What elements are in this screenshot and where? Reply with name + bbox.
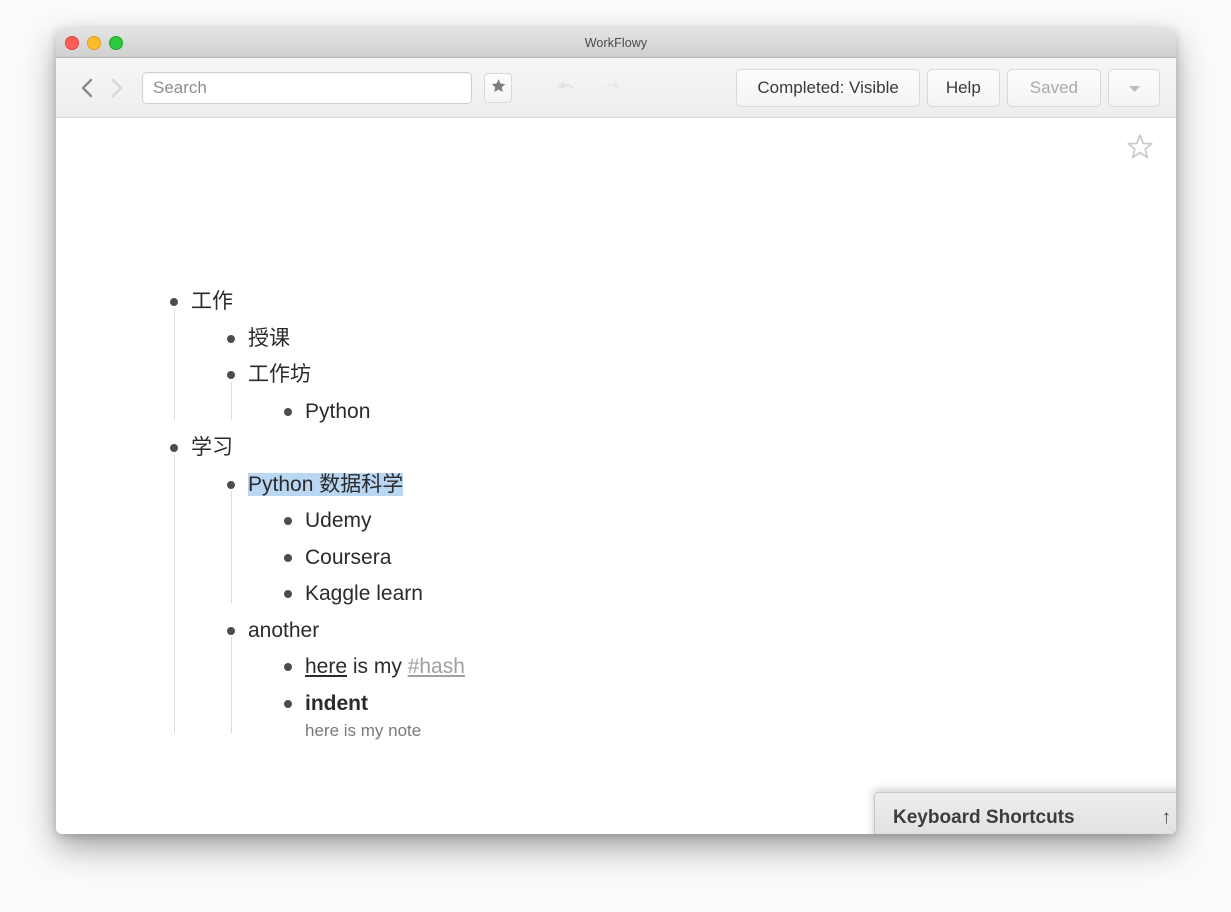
bullet-icon[interactable] xyxy=(218,321,244,358)
back-button[interactable] xyxy=(72,71,102,105)
rich-segment-plain: is my xyxy=(347,655,408,678)
chevron-down-icon xyxy=(1128,78,1141,98)
bullet-icon[interactable] xyxy=(275,686,301,723)
title-bar: WorkFlowy xyxy=(56,28,1176,58)
outline-node: Udemy xyxy=(275,503,1136,540)
more-options-button[interactable] xyxy=(1108,68,1160,107)
window-title: WorkFlowy xyxy=(584,35,648,50)
outline-item-note[interactable]: here is my note xyxy=(275,718,1136,743)
bullet-icon[interactable] xyxy=(275,394,301,431)
chevron-right-icon xyxy=(109,76,125,100)
outline-children: Python 数据科学 Udemy Coursera Kaggle learn … xyxy=(174,454,1136,744)
outline-row[interactable]: indent xyxy=(275,686,1136,723)
outline-row[interactable]: here is my #hash xyxy=(275,649,1136,686)
outline-node: 工作坊 Python xyxy=(218,357,1136,430)
outline-children: here is my #hash indent here is my note xyxy=(231,637,1136,744)
outline-item-text[interactable]: 工作 xyxy=(187,284,233,321)
outline-item-text-selected[interactable]: Python 数据科学 xyxy=(244,467,404,504)
bullet-icon[interactable] xyxy=(275,649,301,686)
outline-item-text[interactable]: Coursera xyxy=(301,540,391,577)
bullet-icon[interactable] xyxy=(275,503,301,540)
outline-node: 学习 Python 数据科学 Udemy Coursera Kaggle lea… xyxy=(161,430,1136,743)
bullet-icon[interactable] xyxy=(275,540,301,577)
outline-item-text[interactable]: Udemy xyxy=(301,503,372,540)
outline-item-text[interactable]: 工作坊 xyxy=(244,357,311,394)
undo-redo-group xyxy=(552,73,626,103)
outline-row[interactable]: Python xyxy=(275,394,1136,431)
outline-node: 授课 xyxy=(218,321,1136,358)
outline-row[interactable]: another xyxy=(218,613,1136,650)
outline-node: here is my #hash xyxy=(275,649,1136,686)
star-filled-icon xyxy=(491,78,506,98)
outline-children: 授课 工作坊 Python xyxy=(174,308,1136,431)
outline-item-text-rich[interactable]: here is my #hash xyxy=(301,649,465,686)
outline-item-text[interactable]: indent xyxy=(301,686,368,723)
outline-children: Udemy Coursera Kaggle learn xyxy=(231,491,1136,613)
outline-node: Python xyxy=(275,394,1136,431)
outline-node: 工作 授课 工作坊 Python xyxy=(161,284,1136,430)
outline-item-text[interactable]: 学习 xyxy=(187,430,233,467)
page-star-button[interactable] xyxy=(1125,132,1155,162)
toolbar: Completed: Visible Help Saved xyxy=(56,58,1176,118)
outline-item-text[interactable]: another xyxy=(244,613,319,650)
completed-visibility-button[interactable]: Completed: Visible xyxy=(736,68,920,107)
close-window-button[interactable] xyxy=(65,35,79,50)
expand-up-arrow-icon[interactable]: ↑ xyxy=(1162,807,1172,829)
selected-text: Python 数据科学 xyxy=(248,472,404,496)
rich-segment-link[interactable]: here xyxy=(305,655,347,678)
outline-node: indent here is my note xyxy=(275,686,1136,744)
help-button[interactable]: Help xyxy=(926,68,1000,107)
window-controls xyxy=(65,28,123,57)
outline-row[interactable]: 工作 xyxy=(161,284,1136,321)
redo-arrow-icon xyxy=(599,76,623,99)
chevron-left-icon xyxy=(79,76,95,100)
outline-row[interactable]: Coursera xyxy=(275,540,1136,577)
toolbar-right-group: Completed: Visible Help Saved xyxy=(736,68,1160,107)
outline-node: Python 数据科学 Udemy Coursera Kaggle learn xyxy=(218,467,1136,613)
outline-row[interactable]: Python 数据科学 xyxy=(218,467,1136,504)
outline-row[interactable]: 工作坊 xyxy=(218,357,1136,394)
bookmark-star-button[interactable] xyxy=(484,72,512,103)
hashtag-link[interactable]: #hash xyxy=(408,655,465,678)
undo-button[interactable] xyxy=(552,73,582,103)
forward-button[interactable] xyxy=(102,71,132,105)
keyboard-shortcuts-panel[interactable]: Keyboard Shortcuts ↑ xyxy=(874,792,1176,834)
maximize-window-button[interactable] xyxy=(109,35,123,50)
minimize-window-button[interactable] xyxy=(87,35,101,50)
search-input[interactable] xyxy=(142,71,472,104)
redo-button[interactable] xyxy=(596,73,626,103)
bullet-icon[interactable] xyxy=(275,576,301,613)
content-area: 工作 授课 工作坊 Python 学习 Python 数据科学 Udemy Co… xyxy=(56,118,1176,834)
outline-item-text[interactable]: Python xyxy=(301,394,370,431)
app-window: WorkFlowy Search Completed: Visible Help… xyxy=(56,28,1176,834)
star-outline-icon xyxy=(1125,134,1155,166)
outline-tree: 工作 授课 工作坊 Python 学习 Python 数据科学 Udemy Co… xyxy=(161,284,1136,745)
outline-item-text[interactable]: Kaggle learn xyxy=(301,576,423,613)
outline-row[interactable]: Udemy xyxy=(275,503,1136,540)
outline-row[interactable]: 授课 xyxy=(218,321,1136,358)
outline-node: Coursera xyxy=(275,540,1136,577)
outline-item-text[interactable]: 授课 xyxy=(244,321,290,358)
keyboard-shortcuts-label: Keyboard Shortcuts xyxy=(893,807,1075,828)
outline-node: another here is my #hash indent here is … xyxy=(218,613,1136,744)
outline-node: Kaggle learn xyxy=(275,576,1136,613)
outline-children: Python xyxy=(231,381,1136,431)
outline-row[interactable]: Kaggle learn xyxy=(275,576,1136,613)
undo-arrow-icon xyxy=(555,76,579,99)
saved-status-button[interactable]: Saved xyxy=(1006,68,1101,107)
outline-row[interactable]: 学习 xyxy=(161,430,1136,467)
